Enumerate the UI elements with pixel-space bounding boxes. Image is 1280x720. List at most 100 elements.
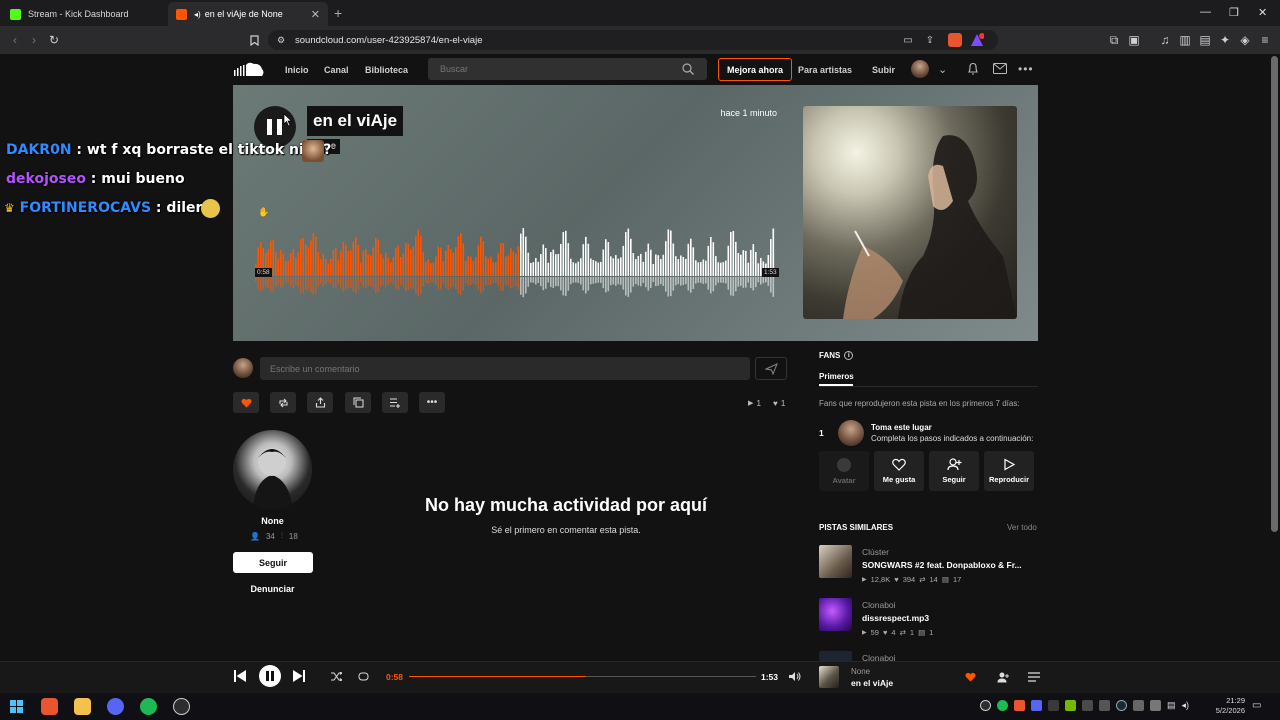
tab-first-fans[interactable]: Primeros	[819, 372, 854, 381]
previous-button[interactable]	[234, 670, 246, 682]
tab-soundcloud[interactable]: ◂) en el viAje de None ✕	[168, 2, 328, 26]
upgrade-button[interactable]: Mejora ahora	[718, 58, 792, 81]
report-link[interactable]: Denunciar	[233, 584, 312, 594]
cast-icon[interactable]: ▭	[901, 33, 915, 47]
repost-button[interactable]	[270, 392, 296, 413]
nav-home[interactable]: Inicio	[285, 65, 309, 75]
steam-tray-icon[interactable]	[1116, 700, 1127, 711]
soundcloud-logo-icon[interactable]	[233, 60, 265, 78]
sidebar-icon[interactable]: ▥	[1178, 33, 1192, 47]
player-follow-button[interactable]	[997, 672, 1009, 683]
notifications-icon[interactable]: ▭	[1252, 700, 1261, 711]
extensions-icon[interactable]: ⧉	[1107, 33, 1121, 47]
close-tab-icon[interactable]: ✕	[311, 8, 320, 21]
send-comment-button[interactable]	[755, 357, 787, 380]
app-tray-icon[interactable]	[1133, 700, 1144, 711]
similar-title[interactable]: dissrespect.mp3	[862, 613, 929, 623]
brave-taskbar-icon[interactable]	[41, 698, 58, 715]
repeat-button[interactable]	[358, 672, 369, 681]
nvidia-tray-icon[interactable]	[1065, 700, 1076, 711]
spotify-icon[interactable]	[140, 698, 157, 715]
screenshot-icon[interactable]: ▣	[1127, 33, 1141, 47]
user-avatar[interactable]	[911, 60, 929, 78]
brave-shields-icon[interactable]	[948, 33, 962, 47]
similar-artist[interactable]: Clonaboi	[862, 653, 896, 661]
minimize-icon[interactable]: —	[1200, 6, 1211, 18]
notifications-bell-icon[interactable]	[967, 62, 979, 75]
app-tray-icon[interactable]	[1082, 700, 1093, 711]
player-pause-button[interactable]	[259, 665, 281, 687]
player-artwork[interactable]	[819, 666, 839, 688]
media-icon[interactable]: ♫	[1158, 33, 1172, 47]
menu-icon[interactable]: ≡	[1258, 33, 1272, 47]
discord-tray-icon[interactable]	[1031, 700, 1042, 711]
similar-artist[interactable]: Clonaboi	[862, 600, 896, 610]
clock[interactable]: 21:29 5/2/2026	[1205, 696, 1245, 716]
player-like-button[interactable]	[965, 672, 976, 682]
usb-tray-icon[interactable]	[1048, 700, 1059, 711]
site-info-icon[interactable]: ⚙	[274, 33, 288, 47]
close-window-icon[interactable]: ✕	[1258, 6, 1267, 19]
brave-rewards-icon[interactable]	[970, 33, 984, 47]
bookmark-icon[interactable]	[247, 33, 261, 47]
similar-track-artwork[interactable]	[819, 598, 852, 631]
follow-button[interactable]: Seguir	[233, 552, 313, 573]
app-tray-icon[interactable]	[1099, 700, 1110, 711]
uploader-name[interactable]: None	[233, 516, 312, 526]
new-tab-button[interactable]: +	[334, 5, 342, 21]
player-artist[interactable]: None	[851, 667, 870, 676]
page-scrollbar[interactable]	[1271, 56, 1278, 532]
upload-link[interactable]: Subir	[872, 65, 895, 75]
app-tray-icon[interactable]	[1150, 700, 1161, 711]
restore-icon[interactable]: ❐	[1229, 6, 1239, 19]
share-button[interactable]	[307, 392, 333, 413]
comment-input[interactable]	[270, 363, 730, 375]
obs-tray-icon[interactable]	[980, 700, 991, 711]
file-explorer-icon[interactable]	[74, 698, 91, 715]
volume-button[interactable]	[789, 671, 801, 682]
shuffle-button[interactable]	[331, 672, 342, 681]
nav-feed[interactable]: Canal	[324, 65, 349, 75]
reload-icon[interactable]: ↻	[47, 33, 61, 47]
windows-start-icon[interactable]	[10, 700, 23, 713]
network-icon[interactable]: ▤	[1167, 700, 1176, 711]
search-input[interactable]	[440, 63, 670, 75]
tab-kick-dashboard[interactable]: Stream - Kick Dashboard	[2, 2, 168, 26]
vpn-icon[interactable]: ◈	[1238, 33, 1252, 47]
search-icon[interactable]	[682, 63, 694, 75]
obs-icon[interactable]	[173, 698, 190, 715]
next-button[interactable]	[293, 670, 305, 682]
messages-mail-icon[interactable]	[993, 63, 1007, 74]
step-play-button[interactable]: Reproducir	[984, 451, 1034, 491]
step-like-button[interactable]: Me gusta	[874, 451, 924, 491]
see-all-link[interactable]: Ver todo	[1007, 523, 1037, 532]
info-icon[interactable]: i	[844, 351, 854, 360]
like-button[interactable]	[233, 392, 259, 413]
leo-ai-icon[interactable]: ✦	[1218, 33, 1232, 47]
queue-button[interactable]	[1028, 672, 1040, 682]
discord-icon[interactable]	[107, 698, 124, 715]
back-icon[interactable]: ‹	[8, 33, 22, 47]
wallet-icon[interactable]: ▤	[1198, 33, 1212, 47]
brave-tray-icon[interactable]	[1014, 700, 1025, 711]
nav-library[interactable]: Biblioteca	[365, 65, 408, 75]
similar-artist[interactable]: Clúster	[862, 547, 889, 557]
player-title[interactable]: en el viAje	[851, 678, 893, 688]
more-actions-button[interactable]: •••	[419, 392, 445, 413]
more-options-icon[interactable]: •••	[1018, 62, 1034, 76]
waveform[interactable]	[255, 228, 777, 298]
uploader-avatar[interactable]	[233, 430, 312, 509]
step-follow-button[interactable]: Seguir	[929, 451, 979, 491]
url-text[interactable]: soundcloud.com/user-423925874/en-el-viaj…	[295, 35, 482, 46]
similar-title[interactable]: SONGWARS #2 feat. Donpabloxo & Fr...	[862, 560, 1022, 570]
volume-tray-icon[interactable]: ◂)	[1182, 700, 1190, 711]
similar-track-artwork[interactable]	[819, 545, 852, 578]
copy-link-button[interactable]	[345, 392, 371, 413]
add-to-playlist-button[interactable]	[382, 392, 408, 413]
for-artists-link[interactable]: Para artistas	[798, 65, 852, 75]
forward-icon[interactable]: ›	[27, 33, 41, 47]
similar-track-artwork[interactable]	[819, 651, 852, 661]
spotify-tray-icon[interactable]	[997, 700, 1008, 711]
share-icon[interactable]: ⇪	[923, 33, 937, 47]
chevron-down-icon[interactable]: ⌄	[938, 63, 947, 76]
